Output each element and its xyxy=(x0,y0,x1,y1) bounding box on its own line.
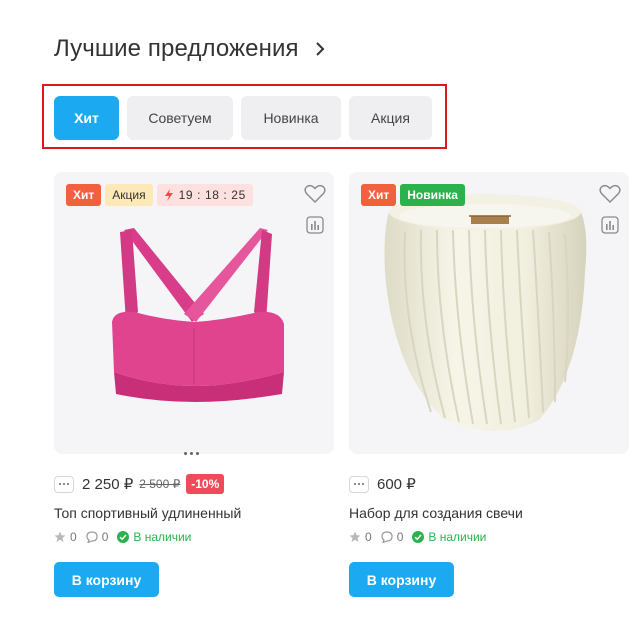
product-name[interactable]: Топ спортивный удлиненный xyxy=(54,505,241,521)
rating-count: 0 xyxy=(70,530,77,544)
timer-text: 19 : 18 : 25 xyxy=(178,188,246,202)
product-image-sports-top[interactable] xyxy=(54,172,334,454)
compare-chart-icon[interactable] xyxy=(601,216,619,234)
favorite-heart-icon[interactable] xyxy=(304,184,326,204)
add-to-cart-button[interactable]: В корзину xyxy=(54,562,159,597)
lightning-icon xyxy=(164,189,173,201)
image-pager-dots[interactable] xyxy=(184,452,199,455)
chevron-right-icon[interactable] xyxy=(315,41,327,57)
comment-icon xyxy=(381,531,393,543)
old-price: 2 500 ₽ xyxy=(139,477,181,491)
badge-promo: Акция xyxy=(105,184,153,206)
product-image-area[interactable]: Хит Новинка xyxy=(349,172,629,454)
tab-recommend[interactable]: Советуем xyxy=(127,96,233,140)
add-to-cart-button[interactable]: В корзину xyxy=(349,562,454,597)
discount-badge: -10% xyxy=(186,474,225,494)
product-image-candle[interactable] xyxy=(349,172,629,454)
product-name[interactable]: Набор для создания свечи xyxy=(349,505,523,521)
compare-chart-icon[interactable] xyxy=(306,216,324,234)
badge-hit: Хит xyxy=(66,184,102,206)
stock-status: В наличии xyxy=(133,530,192,544)
countdown-timer: 19 : 18 : 25 xyxy=(156,184,253,206)
tab-new[interactable]: Новинка xyxy=(241,96,341,140)
section-title: Лучшие предложения xyxy=(54,35,299,62)
price: 600 ₽ xyxy=(377,476,416,493)
price-row: 600 ₽ xyxy=(349,472,416,496)
price: 2 250 ₽ xyxy=(82,476,134,493)
stock-status: В наличии xyxy=(428,530,487,544)
rating-count: 0 xyxy=(365,530,372,544)
check-circle-icon xyxy=(117,531,130,543)
reviews-count: 0 xyxy=(396,530,404,544)
more-options-button[interactable] xyxy=(349,475,369,493)
favorite-heart-icon[interactable] xyxy=(599,184,621,204)
badge-hit: Хит xyxy=(361,184,397,206)
product-meta: 0 0 В наличии xyxy=(54,529,200,545)
tab-promo[interactable]: Акция xyxy=(349,96,432,140)
price-row: 2 250 ₽ 2 500 ₽ -10% xyxy=(54,472,225,496)
star-icon xyxy=(349,531,361,542)
check-circle-icon xyxy=(412,531,425,543)
product-image-area[interactable]: Хит Акция 19 : 18 : 25 xyxy=(54,172,334,454)
comment-icon xyxy=(86,531,98,543)
more-options-button[interactable] xyxy=(54,475,74,493)
product-meta: 0 0 В наличии xyxy=(349,529,495,545)
reviews-count: 0 xyxy=(101,530,109,544)
tab-hit[interactable]: Хит xyxy=(54,96,119,140)
star-icon xyxy=(54,531,66,542)
section-header: Лучшие предложения xyxy=(54,33,327,65)
badge-new: Новинка xyxy=(400,184,465,206)
